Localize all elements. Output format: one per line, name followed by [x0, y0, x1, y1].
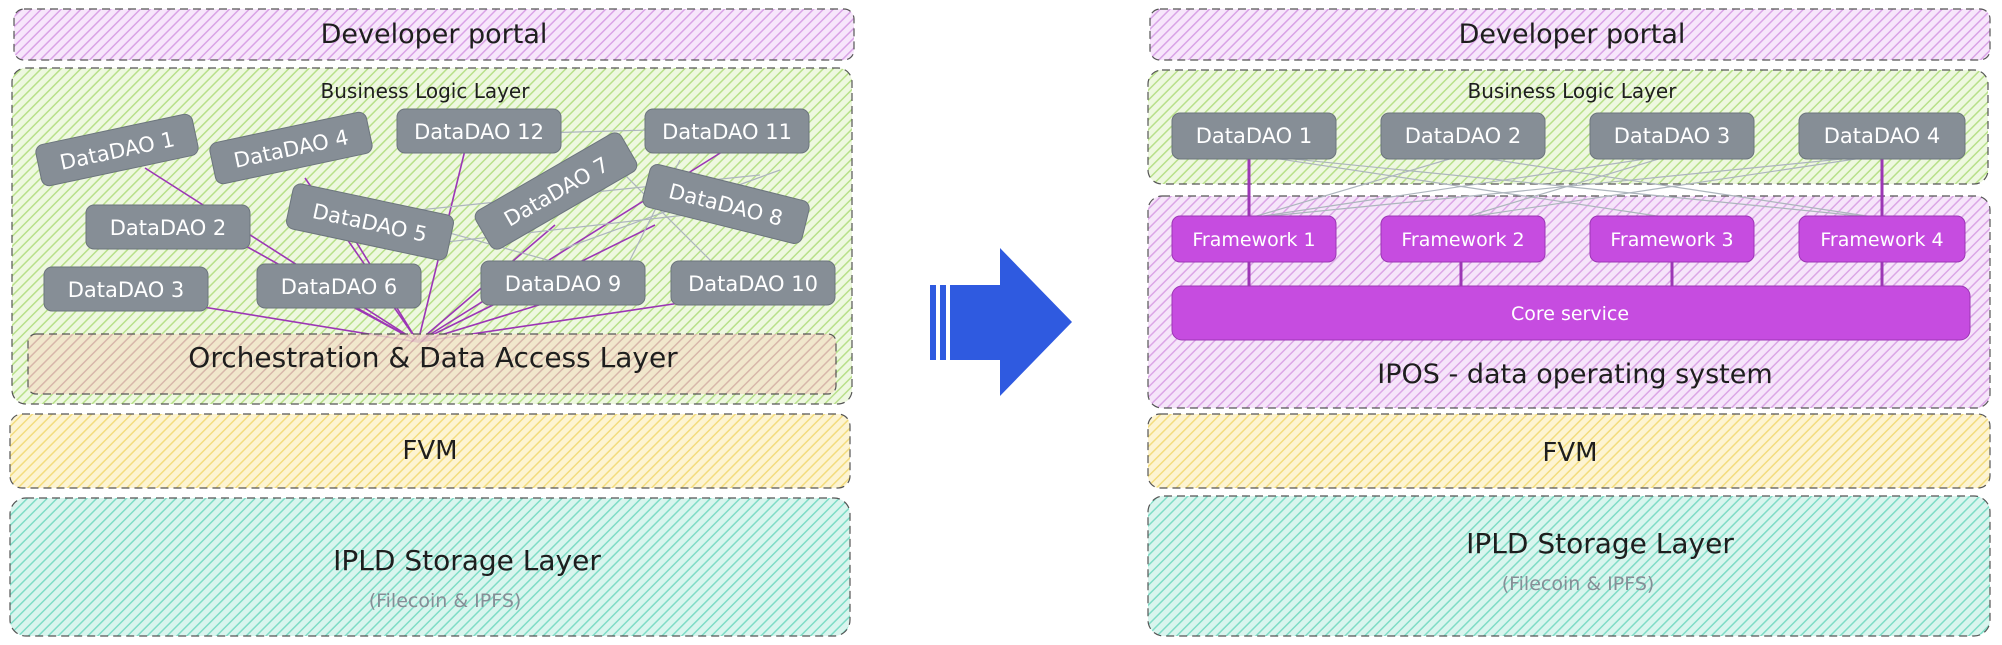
right-diagram: Developer portal Business Logic Layer Da…	[1147, 8, 1991, 637]
right-ipos-label: IPOS - data operating system	[1377, 359, 1772, 390]
left-dao-9: DataDAO 9	[480, 260, 646, 306]
right-dao-label: DataDAO 1	[1196, 124, 1313, 148]
right-developer-portal-label: Developer portal	[1459, 19, 1686, 50]
right-framework-3: Framework 3	[1589, 215, 1755, 263]
right-storage-layer	[1147, 495, 1991, 637]
right-storage-label: IPLD Storage Layer	[1466, 527, 1734, 560]
left-diagram: Developer portal Business Logic Layer Da…	[9, 8, 855, 637]
left-storage-sublabel: (Filecoin & IPFS)	[369, 590, 522, 612]
right-framework-2: Framework 2	[1380, 215, 1546, 263]
framework-label: Framework 3	[1610, 229, 1733, 251]
left-fvm-label: FVM	[402, 436, 457, 466]
framework-label: Framework 4	[1820, 229, 1943, 251]
left-dao-12: DataDAO 12	[396, 108, 562, 154]
core-service-label: Core service	[1511, 303, 1629, 325]
left-developer-portal-label: Developer portal	[321, 19, 548, 50]
left-dao-label: DataDAO 2	[110, 216, 227, 240]
right-fvm-label: FVM	[1542, 438, 1597, 468]
framework-label: Framework 1	[1192, 229, 1315, 251]
left-dao-2: DataDAO 2	[85, 204, 251, 250]
left-dao-label: DataDAO 3	[68, 278, 185, 302]
transition-arrow	[930, 248, 1072, 396]
right-business-logic-label: Business Logic Layer	[1468, 79, 1678, 103]
right-dao-label: DataDAO 2	[1405, 124, 1522, 148]
left-dao-6: DataDAO 6	[256, 263, 422, 309]
left-storage-label: IPLD Storage Layer	[333, 544, 601, 577]
left-dao-label: DataDAO 11	[662, 120, 792, 144]
left-dao-3: DataDAO 3	[43, 266, 209, 312]
right-framework-1: Framework 1	[1171, 215, 1337, 263]
left-business-logic-label: Business Logic Layer	[321, 79, 531, 103]
right-storage-sublabel: (Filecoin & IPFS)	[1502, 573, 1655, 595]
right-framework-4: Framework 4	[1798, 215, 1966, 263]
left-dao-11: DataDAO 11	[644, 108, 810, 154]
framework-label: Framework 2	[1401, 229, 1524, 251]
left-orchestration-label: Orchestration & Data Access Layer	[188, 341, 678, 374]
left-dao-10: DataDAO 10	[670, 260, 836, 306]
right-core-service: Core service	[1171, 285, 1971, 341]
right-dao-label: DataDAO 4	[1824, 124, 1941, 148]
architecture-diagram: Developer portal Business Logic Layer Da…	[0, 0, 2002, 645]
right-dao-3: DataDAO 3	[1589, 112, 1755, 160]
left-dao-label: DataDAO 9	[505, 272, 622, 296]
right-dao-2: DataDAO 2	[1380, 112, 1546, 160]
left-dao-label: DataDAO 10	[688, 272, 818, 296]
left-dao-label: DataDAO 6	[281, 275, 398, 299]
right-dao-label: DataDAO 3	[1614, 124, 1731, 148]
right-dao-1: DataDAO 1	[1171, 112, 1337, 160]
left-dao-label: DataDAO 12	[414, 120, 544, 144]
diagram-canvas: Developer portal Business Logic Layer Da…	[9, 8, 1991, 637]
right-dao-4: DataDAO 4	[1798, 112, 1966, 160]
